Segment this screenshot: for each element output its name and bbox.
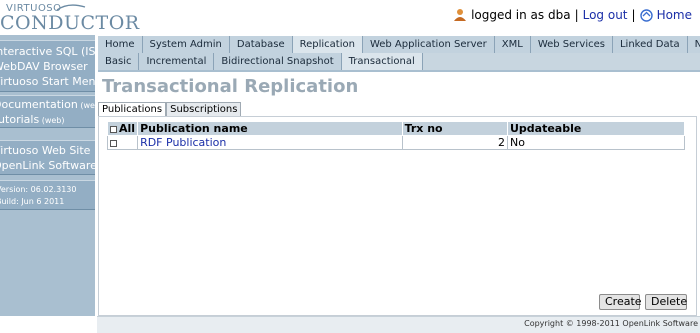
column-header-updateable: Updateable — [506, 121, 686, 136]
tab-web-application-server[interactable]: Web Application Server — [362, 36, 495, 53]
subtab-bidirectional-snapshot[interactable]: Bidirectional Snapshot — [214, 53, 342, 70]
nav-group-sites: Virtuoso Web Site OpenLink Software — [0, 140, 95, 175]
nav-item-webdav[interactable]: WebDAV Browser — [0, 59, 95, 74]
row-select-cell — [106, 135, 139, 150]
user-bar: logged in as dba | Log out | Home — [453, 8, 692, 22]
subtab-basic[interactable]: Basic — [98, 53, 140, 70]
copyright-text: Copyright © 1998-2011 OpenLink Software — [524, 319, 698, 328]
separator: | — [574, 8, 579, 22]
tab-database[interactable]: Database — [229, 36, 293, 53]
tab-xml[interactable]: XML — [494, 36, 531, 53]
trx-no-cell: 2 — [401, 135, 508, 150]
select-all-checkbox[interactable] — [110, 125, 117, 133]
web-suffix: (web) — [80, 101, 95, 110]
nav-item-documentation-label: Documentation — [0, 98, 78, 111]
select-all-header[interactable]: All — [106, 121, 139, 136]
logo-name-text: CONDUCTOR — [0, 12, 140, 34]
home-link[interactable]: Home — [657, 8, 692, 22]
nav-group-version: Version: 06.02.3130 Build: Jun 6 2011 — [0, 180, 95, 210]
nav-item-virtuoso-site[interactable]: Virtuoso Web Site — [0, 143, 95, 158]
table-header-row: All Publication name Trx no Updateable — [106, 121, 686, 136]
home-icon[interactable] — [639, 8, 653, 22]
nav-item-tutorials-label: Tutorials — [0, 113, 40, 126]
delete-button[interactable]: Delete — [645, 294, 687, 310]
nav-item-openlink[interactable]: OpenLink Software — [0, 158, 95, 173]
subtab-incremental[interactable]: Incremental — [139, 53, 215, 70]
footer: Copyright © 1998-2011 OpenLink Software — [0, 316, 700, 333]
main-tab-bar: Home System Admin Database Replication W… — [98, 36, 700, 53]
logout-link[interactable]: Log out — [583, 8, 628, 22]
page-title: Transactional Replication — [102, 76, 359, 97]
virtuoso-conductor-logo[interactable]: VIRTUOSO CONDUCTOR — [0, 2, 139, 34]
publications-table: All Publication name Trx no Updateable R… — [106, 121, 686, 150]
nav-item-start-menu[interactable]: Virtuoso Start Menu — [0, 74, 95, 89]
tab-system-admin[interactable]: System Admin — [142, 36, 230, 53]
web-suffix: (web) — [39, 116, 65, 125]
tab-subscriptions[interactable]: Subscriptions — [166, 102, 242, 116]
nav-group-tools: Interactive SQL (ISQL) WebDAV Browser Vi… — [0, 40, 95, 92]
inner-tab-bar: Publications Subscriptions — [98, 102, 242, 116]
create-button[interactable]: Create — [599, 294, 642, 310]
login-status: logged in as dba — [471, 8, 571, 22]
nav-group-docs: Documentation (web) Tutorials (web) — [0, 95, 95, 128]
user-icon — [454, 9, 467, 21]
tab-replication[interactable]: Replication — [292, 36, 363, 53]
row-checkbox[interactable] — [110, 139, 117, 147]
publication-name-cell: RDF Publication — [137, 135, 403, 150]
updateable-cell: No — [506, 135, 686, 150]
tab-web-services[interactable]: Web Services — [530, 36, 613, 53]
select-all-label: All — [119, 122, 136, 135]
sub-tab-bar: Basic Incremental Bidirectional Snapshot… — [98, 53, 700, 72]
subtab-transactional[interactable]: Transactional — [341, 53, 423, 70]
tab-nntp[interactable]: NNTP — [687, 36, 700, 53]
tab-linked-data[interactable]: Linked Data — [612, 36, 688, 53]
column-header-publication-name: Publication name — [137, 121, 403, 136]
tab-publications[interactable]: Publications — [98, 102, 167, 116]
left-nav: Interactive SQL (ISQL) WebDAV Browser Vi… — [0, 35, 95, 333]
nav-item-isql[interactable]: Interactive SQL (ISQL) — [0, 44, 95, 59]
nav-item-documentation[interactable]: Documentation (web) — [0, 97, 95, 112]
publication-link[interactable]: RDF Publication — [140, 136, 226, 149]
table-row: RDF Publication 2 No — [106, 135, 686, 150]
column-header-trx-no: Trx no — [401, 121, 508, 136]
separator: | — [631, 8, 636, 22]
nav-item-tutorials[interactable]: Tutorials (web) — [0, 112, 95, 127]
build-date-text: Build: Jun 6 2011 — [0, 197, 65, 206]
tab-home[interactable]: Home — [98, 36, 143, 53]
header: VIRTUOSO CONDUCTOR logged in as dba | Lo… — [0, 0, 700, 34]
version-text: Version: 06.02.3130 — [0, 185, 77, 194]
logo-swoosh-icon — [56, 4, 86, 11]
